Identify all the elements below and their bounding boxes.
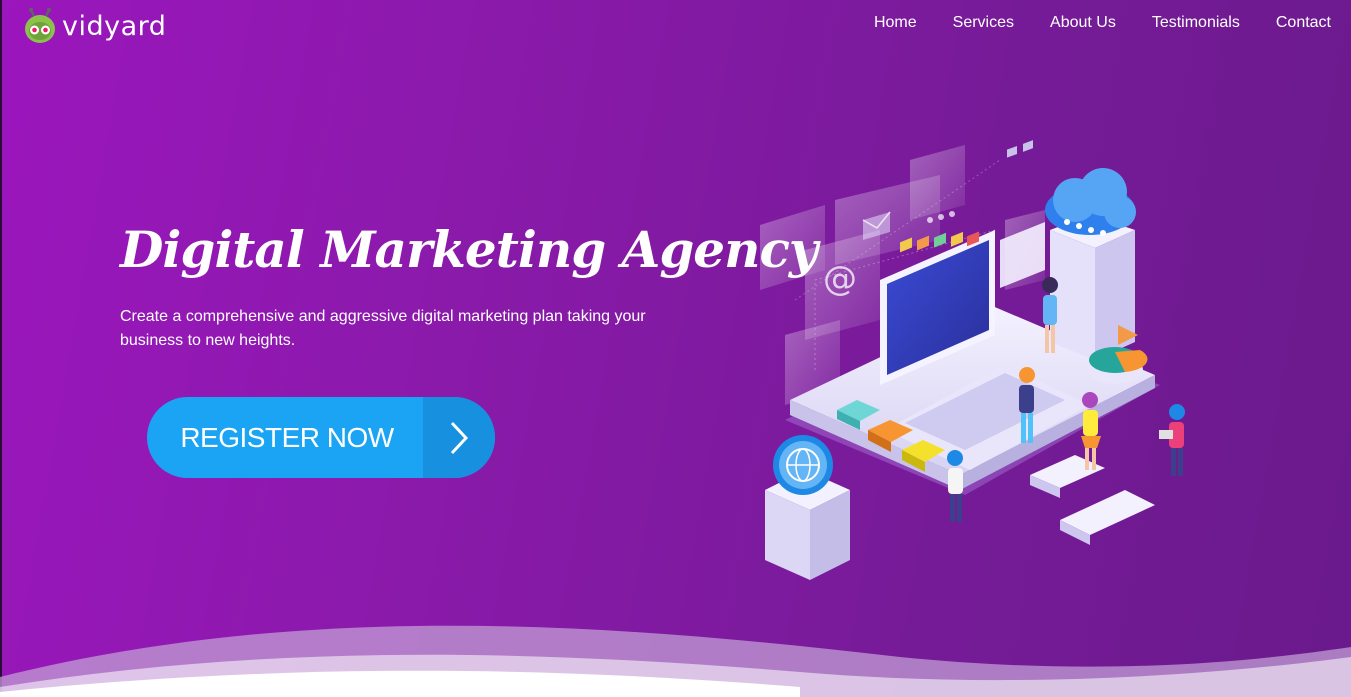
register-now-button[interactable]: REGISTER NOW: [147, 397, 495, 478]
svg-text:@: @: [823, 259, 857, 299]
left-border: [0, 0, 2, 697]
hero-page: vidyard Home Services About Us Testimoni…: [0, 0, 1351, 697]
hero-subtitle: Create a comprehensive and aggressive di…: [120, 308, 646, 349]
brand-logo[interactable]: vidyard: [22, 6, 166, 46]
digital-marketing-illustration: @: [760, 140, 1185, 580]
person-5: [947, 450, 963, 522]
nav-home[interactable]: Home: [874, 14, 917, 32]
brand-name: vidyard: [62, 10, 167, 42]
nav-services[interactable]: Services: [953, 14, 1014, 32]
chevron-right-icon: [423, 397, 495, 478]
nav-about-us[interactable]: About Us: [1050, 14, 1116, 32]
main-nav: Home Services About Us Testimonials Cont…: [874, 14, 1331, 32]
nav-testimonials[interactable]: Testimonials: [1152, 14, 1240, 32]
nav-contact[interactable]: Contact: [1276, 14, 1331, 32]
globe-pillar: [765, 435, 850, 580]
robot-face-logo-icon: [25, 8, 55, 43]
hero-title: Digital Marketing Agency: [120, 220, 818, 279]
register-now-label: REGISTER NOW: [180, 421, 394, 453]
bottom-wave: [0, 625, 1351, 697]
person-4: [1159, 404, 1185, 476]
